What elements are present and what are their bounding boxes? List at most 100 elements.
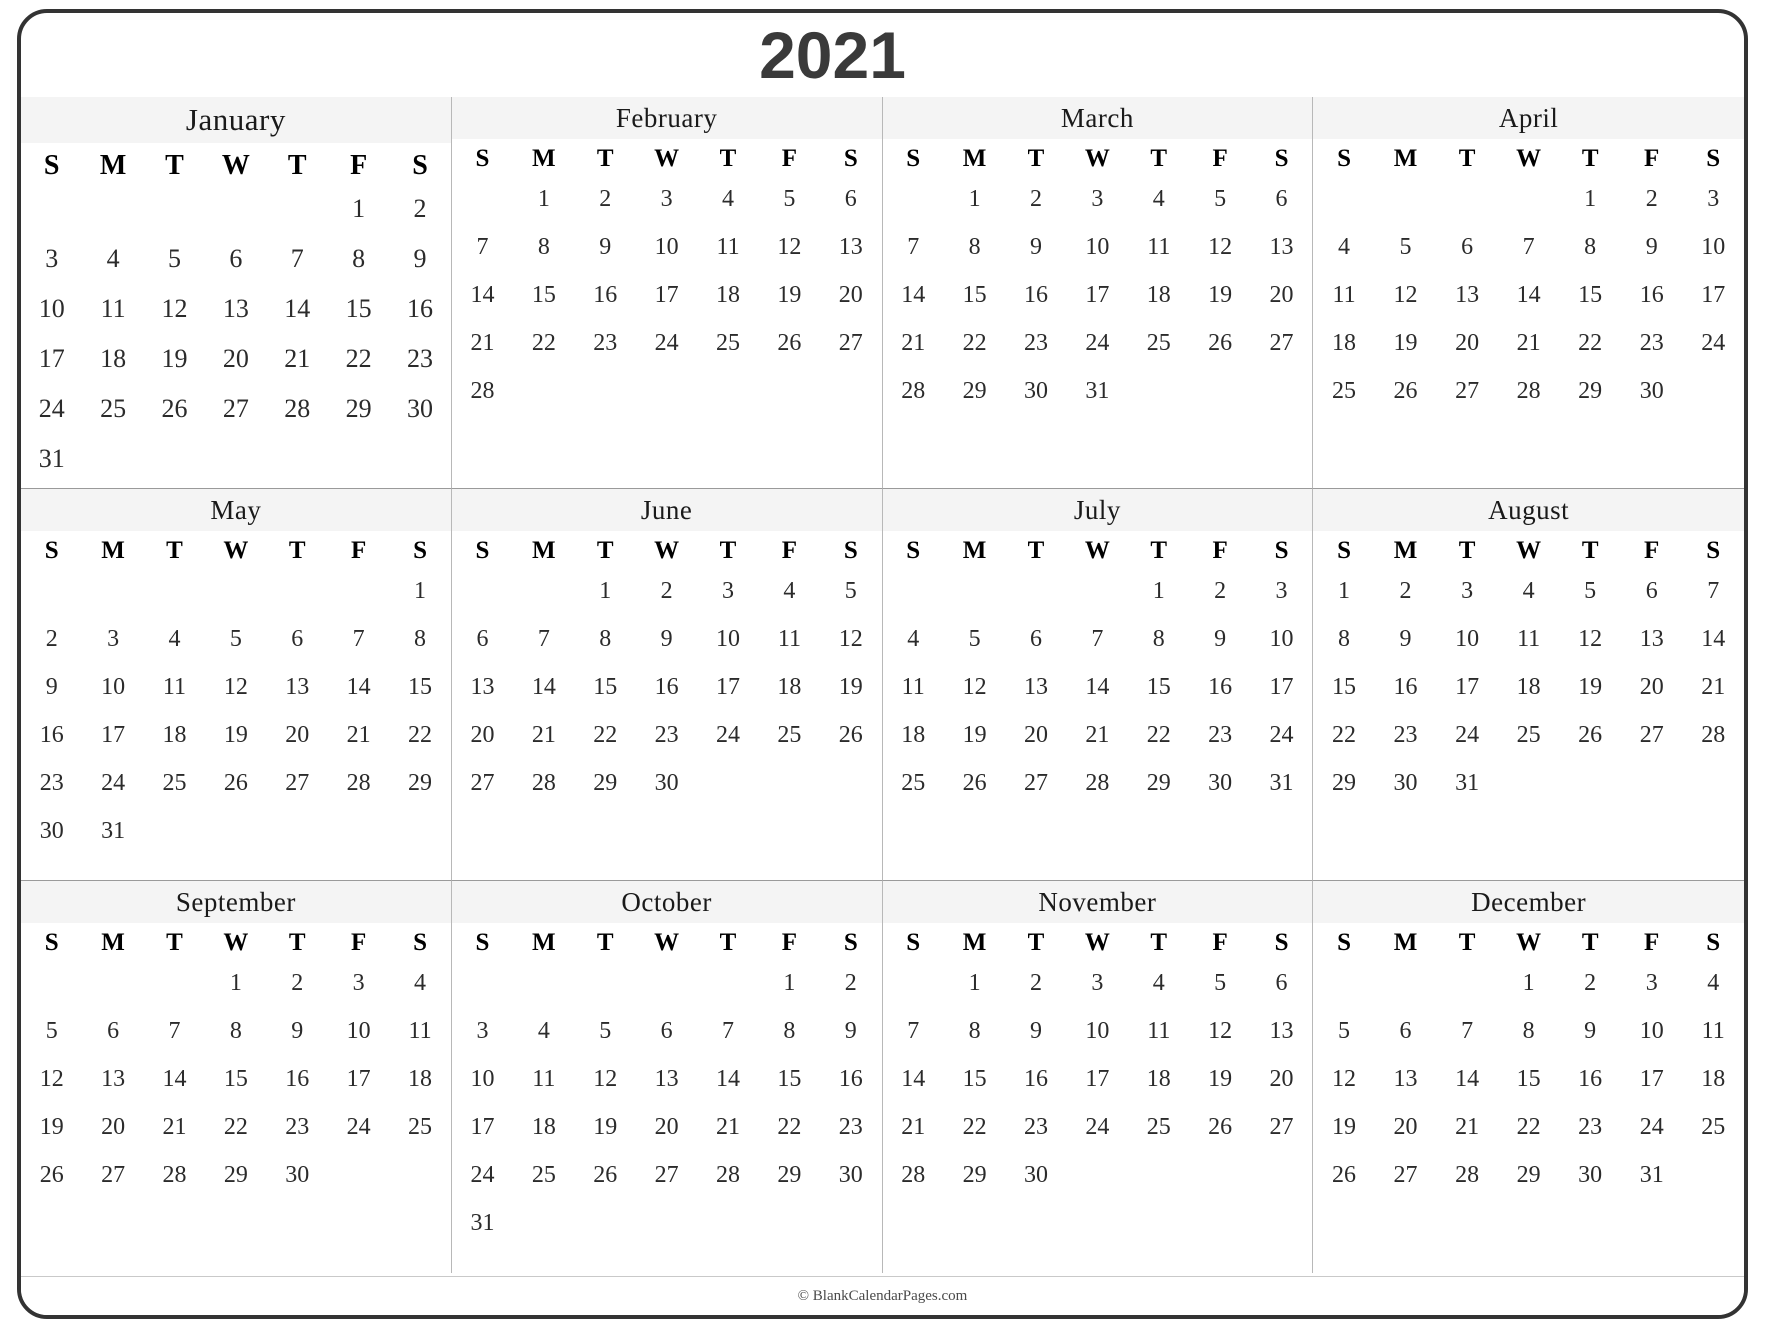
day-cell[interactable]: 1 bbox=[575, 567, 636, 615]
day-cell[interactable]: 28 bbox=[1682, 711, 1744, 759]
day-cell[interactable]: 17 bbox=[82, 711, 143, 759]
day-cell[interactable]: 12 bbox=[205, 663, 266, 711]
day-cell[interactable]: 7 bbox=[1067, 615, 1128, 663]
day-cell[interactable]: 4 bbox=[1682, 959, 1744, 1007]
day-cell[interactable]: 3 bbox=[1067, 175, 1128, 223]
day-cell[interactable]: 22 bbox=[1559, 319, 1621, 367]
day-cell[interactable]: 23 bbox=[1189, 711, 1250, 759]
day-cell[interactable]: 9 bbox=[575, 223, 636, 271]
day-cell[interactable]: 28 bbox=[267, 384, 328, 434]
day-cell[interactable]: 30 bbox=[1559, 1151, 1621, 1199]
day-cell[interactable]: 7 bbox=[697, 1007, 758, 1055]
day-cell[interactable]: 1 bbox=[759, 959, 820, 1007]
day-cell[interactable]: 15 bbox=[759, 1055, 820, 1103]
day-cell[interactable]: 21 bbox=[883, 319, 944, 367]
day-cell[interactable]: 23 bbox=[267, 1103, 328, 1151]
day-cell[interactable]: 29 bbox=[328, 384, 389, 434]
day-cell[interactable]: 17 bbox=[1067, 271, 1128, 319]
day-cell[interactable]: 24 bbox=[1067, 319, 1128, 367]
day-cell[interactable]: 6 bbox=[82, 1007, 143, 1055]
day-cell[interactable]: 14 bbox=[513, 663, 574, 711]
day-cell[interactable]: 21 bbox=[144, 1103, 205, 1151]
day-cell[interactable]: 8 bbox=[389, 615, 450, 663]
day-cell[interactable]: 12 bbox=[1375, 271, 1437, 319]
day-cell[interactable]: 8 bbox=[759, 1007, 820, 1055]
day-cell[interactable]: 16 bbox=[267, 1055, 328, 1103]
day-cell[interactable]: 5 bbox=[1375, 223, 1437, 271]
day-cell[interactable]: 18 bbox=[1128, 271, 1189, 319]
day-cell[interactable]: 7 bbox=[1436, 1007, 1498, 1055]
day-cell[interactable]: 10 bbox=[1251, 615, 1312, 663]
day-cell[interactable]: 16 bbox=[1375, 663, 1437, 711]
day-cell[interactable]: 22 bbox=[205, 1103, 266, 1151]
day-cell[interactable]: 4 bbox=[389, 959, 450, 1007]
day-cell[interactable]: 16 bbox=[575, 271, 636, 319]
day-cell[interactable]: 26 bbox=[1375, 367, 1437, 415]
day-cell[interactable]: 22 bbox=[1313, 711, 1375, 759]
day-cell[interactable]: 21 bbox=[1498, 319, 1560, 367]
day-cell[interactable]: 5 bbox=[1189, 175, 1250, 223]
day-cell[interactable]: 13 bbox=[1621, 615, 1683, 663]
day-cell[interactable]: 29 bbox=[759, 1151, 820, 1199]
day-cell[interactable]: 17 bbox=[697, 663, 758, 711]
day-cell[interactable]: 19 bbox=[205, 711, 266, 759]
day-cell[interactable]: 30 bbox=[820, 1151, 881, 1199]
day-cell[interactable]: 1 bbox=[328, 184, 389, 234]
day-cell[interactable]: 23 bbox=[636, 711, 697, 759]
day-cell[interactable]: 9 bbox=[21, 663, 82, 711]
day-cell[interactable]: 26 bbox=[21, 1151, 82, 1199]
day-cell[interactable]: 16 bbox=[1005, 271, 1066, 319]
day-cell[interactable]: 10 bbox=[1682, 223, 1744, 271]
day-cell[interactable]: 9 bbox=[1375, 615, 1437, 663]
day-cell[interactable]: 23 bbox=[389, 334, 450, 384]
day-cell[interactable]: 14 bbox=[883, 271, 944, 319]
day-cell[interactable]: 13 bbox=[452, 663, 513, 711]
day-cell[interactable]: 8 bbox=[944, 223, 1005, 271]
day-cell[interactable]: 14 bbox=[1436, 1055, 1498, 1103]
day-cell[interactable]: 6 bbox=[1251, 959, 1312, 1007]
day-cell[interactable]: 26 bbox=[944, 759, 1005, 807]
day-cell[interactable]: 5 bbox=[1313, 1007, 1375, 1055]
day-cell[interactable]: 11 bbox=[82, 284, 143, 334]
day-cell[interactable]: 11 bbox=[1128, 223, 1189, 271]
day-cell[interactable]: 1 bbox=[389, 567, 450, 615]
day-cell[interactable]: 20 bbox=[267, 711, 328, 759]
day-cell[interactable]: 19 bbox=[1313, 1103, 1375, 1151]
day-cell[interactable]: 27 bbox=[452, 759, 513, 807]
day-cell[interactable]: 31 bbox=[21, 434, 82, 484]
day-cell[interactable]: 28 bbox=[883, 1151, 944, 1199]
day-cell[interactable]: 11 bbox=[1498, 615, 1560, 663]
day-cell[interactable]: 23 bbox=[1559, 1103, 1621, 1151]
day-cell[interactable]: 15 bbox=[944, 1055, 1005, 1103]
day-cell[interactable]: 15 bbox=[575, 663, 636, 711]
day-cell[interactable]: 4 bbox=[513, 1007, 574, 1055]
day-cell[interactable]: 13 bbox=[1375, 1055, 1437, 1103]
day-cell[interactable]: 7 bbox=[267, 234, 328, 284]
day-cell[interactable]: 1 bbox=[205, 959, 266, 1007]
day-cell[interactable]: 11 bbox=[144, 663, 205, 711]
day-cell[interactable]: 21 bbox=[452, 319, 513, 367]
day-cell[interactable]: 3 bbox=[697, 567, 758, 615]
day-cell[interactable]: 26 bbox=[575, 1151, 636, 1199]
day-cell[interactable]: 24 bbox=[452, 1151, 513, 1199]
day-cell[interactable]: 30 bbox=[1375, 759, 1437, 807]
day-cell[interactable]: 3 bbox=[1251, 567, 1312, 615]
day-cell[interactable]: 2 bbox=[1375, 567, 1437, 615]
day-cell[interactable]: 30 bbox=[267, 1151, 328, 1199]
day-cell[interactable]: 19 bbox=[144, 334, 205, 384]
day-cell[interactable]: 28 bbox=[513, 759, 574, 807]
day-cell[interactable]: 18 bbox=[759, 663, 820, 711]
day-cell[interactable]: 25 bbox=[1128, 1103, 1189, 1151]
day-cell[interactable]: 13 bbox=[82, 1055, 143, 1103]
day-cell[interactable]: 19 bbox=[1189, 271, 1250, 319]
day-cell[interactable]: 16 bbox=[1559, 1055, 1621, 1103]
day-cell[interactable]: 23 bbox=[21, 759, 82, 807]
day-cell[interactable]: 10 bbox=[21, 284, 82, 334]
day-cell[interactable]: 19 bbox=[820, 663, 881, 711]
day-cell[interactable]: 27 bbox=[1436, 367, 1498, 415]
day-cell[interactable]: 5 bbox=[575, 1007, 636, 1055]
day-cell[interactable]: 1 bbox=[1559, 175, 1621, 223]
day-cell[interactable]: 20 bbox=[82, 1103, 143, 1151]
day-cell[interactable]: 15 bbox=[205, 1055, 266, 1103]
day-cell[interactable]: 29 bbox=[389, 759, 450, 807]
